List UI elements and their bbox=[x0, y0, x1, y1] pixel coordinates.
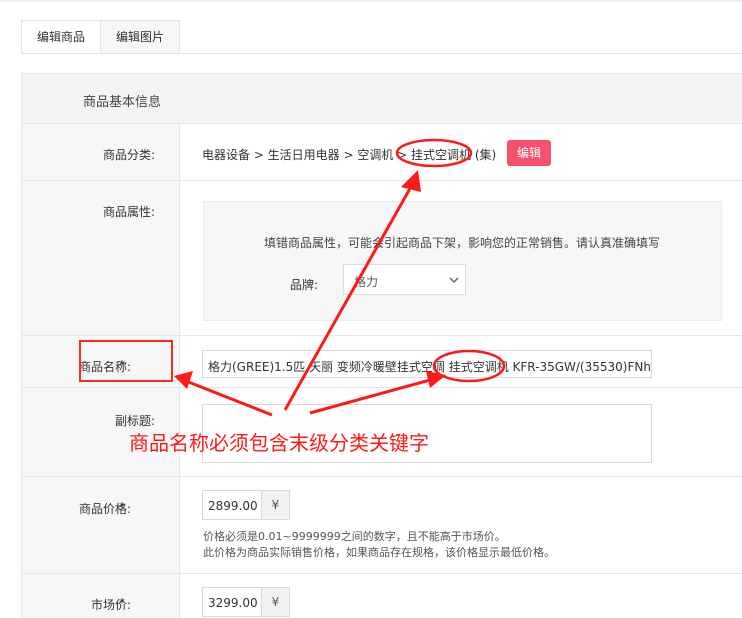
price-input[interactable]: 2899.00 ¥ bbox=[202, 490, 290, 520]
name-content: 格力(GREE)1.5匹 天丽 变频冷暖壁挂式空调 挂式空调机 KFR-35GW… bbox=[180, 336, 742, 387]
category-content: 电器设备 > 生活日用电器 > 空调机 > 挂式空调机 (集) 编辑 bbox=[180, 124, 742, 180]
section-header: 商品基本信息 bbox=[22, 74, 742, 124]
attributes-box: 填错商品属性，可能会引起商品下架，影响您的正常销售。请认真准确填写 品牌: 格力 bbox=[203, 201, 722, 321]
category-label-cell: 商品分类: bbox=[22, 124, 180, 180]
currency-unit: ¥ bbox=[261, 491, 289, 519]
attributes-content: 填错商品属性，可能会引起商品下架，影响您的正常销售。请认真准确填写 品牌: 格力 bbox=[180, 181, 742, 335]
edit-category-button[interactable]: 编辑 bbox=[507, 140, 551, 166]
price-row: * 商品价格: 2899.00 ¥ 价格必须是0.01~9999999之间的数字，… bbox=[22, 477, 742, 574]
price-hint-2: 此价格为商品实际销售价格，如果商品存在规格，该价格显示最低价格。 bbox=[203, 546, 555, 559]
price-hint-1: 价格必须是0.01~9999999之间的数字，且不能高于市场价。 bbox=[203, 530, 506, 543]
section-title: 商品基本信息 bbox=[83, 95, 162, 110]
price-label-cell: * 商品价格: bbox=[22, 477, 180, 573]
price-label-text: 商品价格: bbox=[78, 502, 131, 516]
tab-edit-images[interactable]: 编辑图片 bbox=[100, 20, 181, 54]
market-price-row: * 市场价: 3299.00 ¥ bbox=[22, 574, 742, 618]
market-price-input[interactable]: 3299.00 ¥ bbox=[202, 587, 290, 617]
tab-underline bbox=[21, 53, 742, 54]
chevron-down-icon bbox=[449, 277, 459, 284]
market-price-value: 3299.00 bbox=[208, 596, 258, 610]
name-label-highlight-box bbox=[79, 340, 173, 382]
brand-select[interactable]: 格力 bbox=[343, 264, 466, 295]
market-price-label-cell: * 市场价: bbox=[22, 574, 180, 618]
attributes-tip: 填错商品属性，可能会引起商品下架，影响您的正常销售。请认真准确填写 bbox=[264, 236, 661, 250]
attributes-label: 商品属性: bbox=[102, 205, 155, 219]
tab-edit-product[interactable]: 编辑商品 bbox=[21, 20, 102, 54]
tab-bar: 编辑商品 编辑图片 bbox=[21, 20, 181, 54]
product-name-input[interactable]: 格力(GREE)1.5匹 天丽 变频冷暖壁挂式空调 挂式空调机 KFR-35GW… bbox=[202, 350, 652, 378]
attributes-row: 商品属性: 填错商品属性，可能会引起商品下架，影响您的正常销售。请认真准确填写 … bbox=[22, 181, 742, 336]
product-name-value: 格力(GREE)1.5匹 天丽 变频冷暖壁挂式空调 挂式空调机 KFR-35GW… bbox=[208, 360, 651, 374]
brand-selected-value: 格力 bbox=[354, 275, 379, 289]
annotation-text: 商品名称必须包含末级分类关键字 bbox=[129, 431, 429, 455]
market-price-label-text: 市场价: bbox=[90, 598, 131, 612]
market-price-content: 3299.00 ¥ bbox=[180, 574, 742, 618]
category-row: 商品分类: 电器设备 > 生活日用电器 > 空调机 > 挂式空调机 (集) 编辑 bbox=[22, 124, 742, 181]
category-breadcrumb: 电器设备 > 生活日用电器 > 空调机 > 挂式空调机 (集) bbox=[202, 148, 497, 162]
category-label: 商品分类: bbox=[102, 148, 155, 162]
currency-unit: ¥ bbox=[261, 588, 289, 616]
top-divider bbox=[0, 0, 742, 2]
brand-label: 品牌: bbox=[290, 278, 319, 292]
price-content: 2899.00 ¥ 价格必须是0.01~9999999之间的数字，且不能高于市场… bbox=[180, 477, 742, 573]
attributes-label-cell: 商品属性: bbox=[22, 181, 180, 335]
price-value: 2899.00 bbox=[208, 499, 258, 513]
